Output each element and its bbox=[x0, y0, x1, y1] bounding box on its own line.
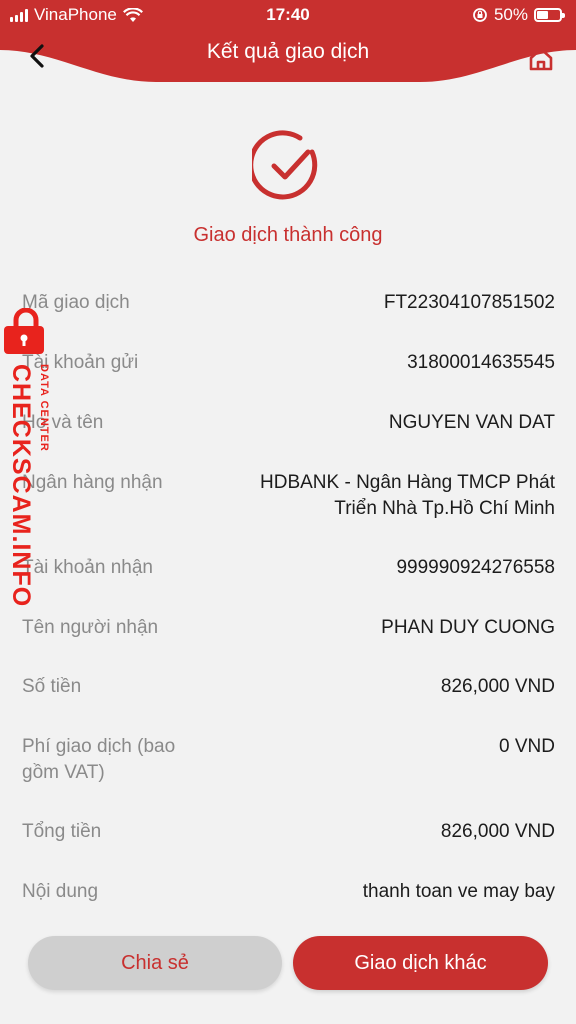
detail-value: FT22304107851502 bbox=[383, 292, 555, 313]
detail-label: Nội dung bbox=[22, 881, 99, 902]
battery-icon bbox=[534, 8, 565, 22]
nav-bar: Kết quả giao dịch bbox=[0, 30, 576, 80]
detail-value: 826,000 VND bbox=[440, 676, 555, 697]
orientation-lock-icon bbox=[473, 8, 487, 22]
detail-value: 31800014635545 bbox=[407, 352, 555, 373]
home-button[interactable] bbox=[524, 42, 558, 76]
detail-label: Tổng tiền bbox=[22, 821, 102, 842]
detail-label: Phí giao dịch (bao gồm VAT) bbox=[22, 736, 176, 783]
status-bar: VinaPhone 17:40 50% bbox=[0, 0, 576, 30]
detail-value: 999990924276558 bbox=[396, 557, 555, 578]
detail-label: Họ và tên bbox=[22, 412, 104, 433]
success-message: Giao dịch thành công bbox=[193, 224, 383, 246]
detail-label: Tài khoản nhận bbox=[22, 557, 153, 578]
detail-value: thanh toan ve may bay bbox=[362, 881, 555, 902]
home-icon bbox=[529, 47, 553, 71]
new-transaction-button[interactable]: Giao dịch khác bbox=[293, 936, 548, 990]
battery-percent: 50% bbox=[493, 5, 528, 24]
detail-label: Tên người nhận bbox=[22, 617, 159, 638]
detail-label: Ngân hàng nhận bbox=[22, 472, 163, 493]
detail-value: 826,000 VND bbox=[440, 821, 555, 842]
watermark-sub-text: DATA CENTER bbox=[38, 364, 50, 452]
detail-value: PHAN DUY CUONG bbox=[381, 617, 555, 638]
check-circle-icon bbox=[252, 130, 318, 200]
detail-label: Tài khoản gửi bbox=[22, 352, 139, 373]
footer: Chia sẻ Giao dịch khác bbox=[0, 920, 576, 1024]
detail-value: 0 VND bbox=[499, 736, 555, 757]
detail-label: Mã giao dịch bbox=[22, 292, 130, 313]
status-right: 50% bbox=[472, 5, 565, 25]
share-button[interactable]: Chia sẻ bbox=[28, 936, 282, 990]
detail-label: Số tiền bbox=[22, 676, 82, 697]
detail-value: NGUYEN VAN DAT bbox=[388, 412, 555, 433]
battery-fill bbox=[537, 11, 548, 19]
page-title: Kết quả giao dịch bbox=[206, 40, 370, 63]
detail-value: HDBANK - Ngân Hàng TMCP Phát Triển Nhà T… bbox=[260, 472, 555, 519]
